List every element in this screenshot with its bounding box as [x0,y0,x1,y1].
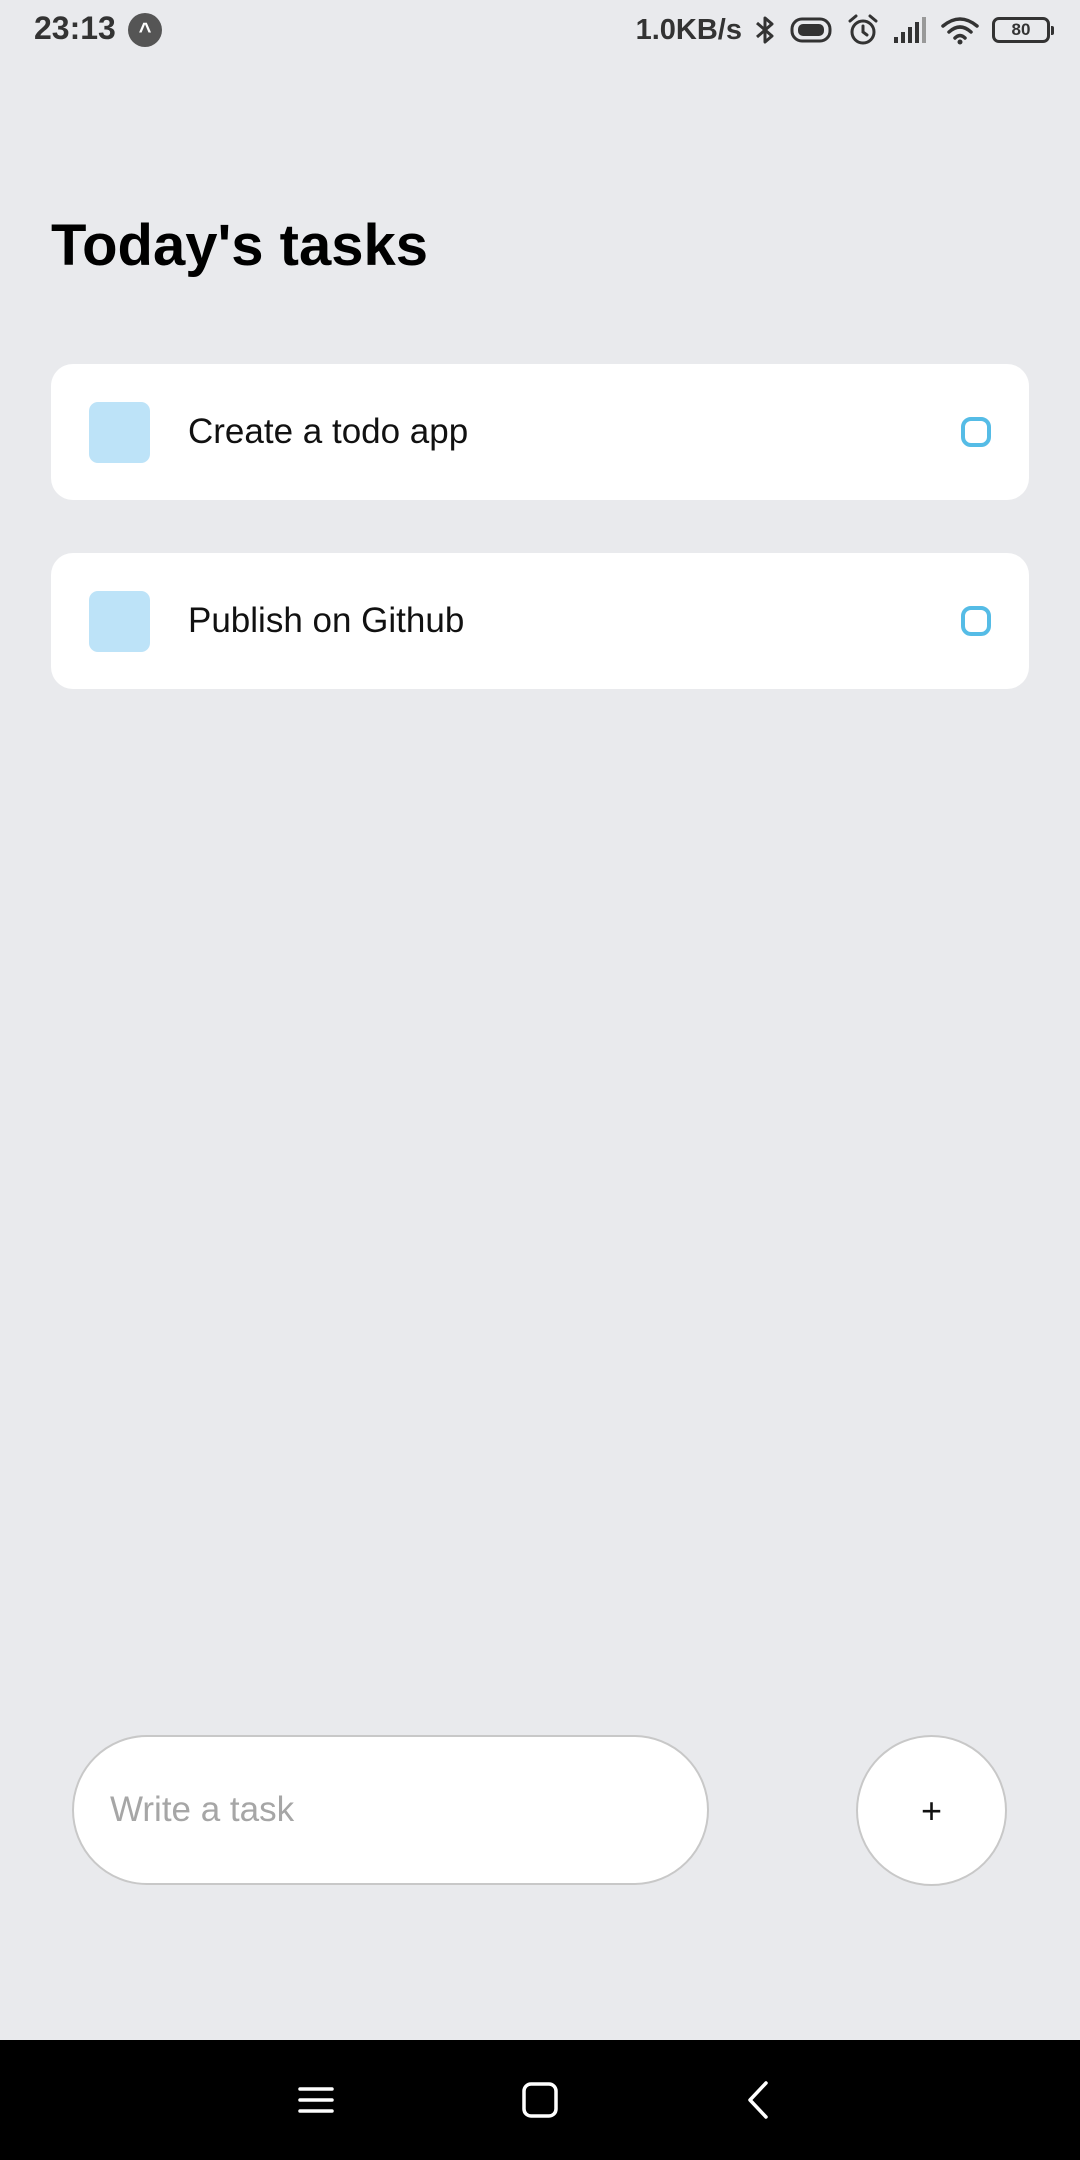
alarm-icon [848,14,878,45]
task-label: Create a todo app [188,412,469,451]
menu-icon[interactable] [286,2070,346,2130]
task-status-circle-icon[interactable] [961,417,991,447]
network-speed: 1.0KB/s [635,13,742,46]
page-title: Today's tasks [51,213,428,278]
todo-screen: 23:13 ^ 1.0KB/s 80 Today's tasks Create … [0,0,1080,2160]
task-square-icon [89,402,150,463]
navigation-bar [0,2040,1080,2160]
status-time: 23:13 [34,10,116,46]
home-icon[interactable] [510,2070,570,2130]
task-square-icon [89,591,150,652]
task-item[interactable]: Publish on Github [51,553,1029,689]
task-input[interactable] [72,1735,709,1885]
wifi-icon [941,17,979,45]
task-list: Create a todo app Publish on Github [51,364,1029,742]
bluetooth-icon [756,16,774,44]
battery-icon: 80 [992,17,1054,43]
status-bar: 23:13 ^ 1.0KB/s 80 [0,0,1080,60]
signal-icon [894,17,926,43]
task-label: Publish on Github [188,601,465,640]
task-status-circle-icon[interactable] [961,606,991,636]
status-icons: 1.0KB/s 80 [635,8,1054,52]
vibrate-icon [790,17,832,43]
back-icon[interactable] [730,2070,790,2130]
task-item[interactable]: Create a todo app [51,364,1029,500]
app-notification-icon: ^ [128,13,162,47]
add-task-button[interactable]: + [856,1735,1007,1886]
